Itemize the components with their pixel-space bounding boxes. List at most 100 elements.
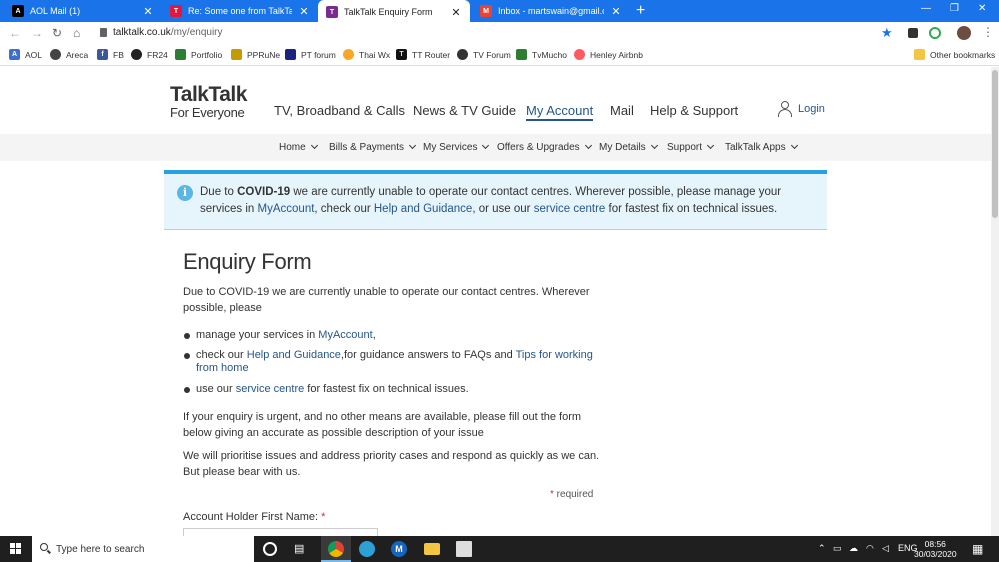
tab-aol-mail[interactable]: A AOL Mail (1) ✕ [4,0,162,22]
pt-forum-icon [285,49,296,60]
restore-icon[interactable]: ❐ [950,3,959,14]
list-item: check our Help and Guidance,for guidance… [183,349,603,375]
browser-tab-strip: A AOL Mail (1) ✕ T Re: Some one from Tal… [0,0,999,24]
help-guidance-link[interactable]: Help and Guidance [374,203,472,215]
bookmark-fr24[interactable]: FR24 [131,49,168,60]
file-explorer-icon[interactable] [424,543,440,555]
close-icon[interactable]: ✕ [298,5,310,18]
first-name-input[interactable] [183,528,378,536]
mail-app-icon[interactable]: M [391,541,407,557]
notifications-icon[interactable]: ▦ [972,542,983,556]
scrollbar-thumb[interactable] [992,70,998,218]
myaccount-link[interactable]: MyAccount [258,203,315,215]
close-icon[interactable]: ✕ [450,6,462,19]
other-bookmarks[interactable]: Other bookmarks [914,49,995,60]
help-guidance-link[interactable]: Help and Guidance [247,349,341,361]
subnav-talktalk-apps[interactable]: TalkTalk Apps [725,141,798,153]
bookmark-star-icon[interactable]: ★ [881,25,893,41]
subnav-bills-payments[interactable]: Bills & Payments [329,141,417,153]
task-view-icon[interactable]: ▤ [294,542,310,558]
volume-icon[interactable]: ◁ [882,543,889,554]
close-icon[interactable]: ✕ [142,5,154,18]
bookmark-pprune[interactable]: PPRuNe [231,49,280,60]
taskbar-search-box[interactable]: Type here to search [32,536,254,562]
tt-router-icon: T [396,49,407,60]
nav-news-tv-guide[interactable]: News & TV Guide [413,103,516,118]
page-title: Enquiry Form [183,249,312,274]
new-tab-plus-icon[interactable]: + [636,2,645,20]
cortana-icon[interactable] [263,542,277,556]
subnav-label: Offers & Upgrades [497,142,580,153]
subnav-support[interactable]: Support [667,141,715,153]
bookmark-tv-forum[interactable]: TV Forum [457,49,511,60]
address-bar[interactable]: talktalk.co.uk/my/enquiry [113,27,223,38]
nav-my-account[interactable]: My Account [526,103,594,121]
nav-help-support[interactable]: Help & Support [650,103,738,118]
subnav-my-services[interactable]: My Services [423,141,490,153]
tab-gmail-inbox[interactable]: M Inbox - martswain@gmail.com - ✕ [472,0,630,22]
tv-forum-icon [457,49,468,60]
profile-avatar-icon[interactable] [957,26,971,40]
wifi-icon[interactable]: ◠ [866,543,874,554]
alert-text-part: , check our [314,202,374,215]
windows-start-icon[interactable] [10,543,22,555]
subnav-home[interactable]: Home [279,141,318,153]
calculator-icon[interactable] [456,541,472,557]
close-icon[interactable]: ✕ [610,5,622,18]
bookmark-label: Areca [66,49,89,60]
intro-text: Due to COVID-19 we are currently unable … [183,286,590,314]
nav-tv-broadband-calls[interactable]: TV, Broadband & Calls [274,103,405,118]
lock-icon[interactable] [100,28,107,37]
tvmucho-icon [516,49,527,60]
forward-arrow-icon[interactable]: → [31,26,43,40]
home-icon[interactable]: ⌂ [73,26,80,40]
extension-icon[interactable] [929,27,941,39]
bookmark-portfolio[interactable]: Portfolio [175,49,222,60]
login-link[interactable]: Login [778,101,825,117]
window-close-icon[interactable]: ✕ [978,3,986,14]
required-note: * required [550,489,593,500]
talktalk-logo[interactable]: TalkTalk For Everyone [170,84,247,119]
menu-kebab-icon[interactable]: ⋮ [982,25,994,39]
alert-text-part: Due to [200,186,238,198]
subnav-offers-upgrades[interactable]: Offers & Upgrades [497,141,592,153]
bookmark-label: Portfolio [191,49,223,60]
reload-icon[interactable]: ↻ [52,26,62,40]
bookmark-tt-router[interactable]: T TT Router [396,49,450,60]
extension-icon[interactable] [908,28,918,38]
taskbar-clock[interactable]: 08:56 30/03/2020 [914,539,957,559]
subnav-label: Support [667,142,703,153]
back-arrow-icon[interactable]: ← [9,26,21,40]
minimize-icon[interactable]: — [921,3,931,14]
bookmark-aol[interactable]: A AOL [9,49,42,60]
priority-text: We will prioritise issues and address pr… [183,450,600,478]
alert-text: Due to COVID-19 we are currently unable … [200,184,815,217]
bookmark-tvmucho[interactable]: TvMucho [516,49,567,60]
bookmark-henley-airbnb[interactable]: Henley Airbnb [574,49,643,60]
bookmark-pt-forum[interactable]: PT forum [285,49,336,60]
bookmark-thai-wx[interactable]: Thai Wx [343,49,390,60]
list-item: manage your services in MyAccount, [183,329,603,342]
subnav-my-details[interactable]: My Details [599,141,658,153]
bookmark-fb[interactable]: f FB [97,49,124,60]
tab-title: TalkTalk Enquiry Form [344,7,433,17]
chrome-icon[interactable] [328,541,344,557]
subnav-label: Bills & Payments [329,142,405,153]
nav-mail[interactable]: Mail [610,103,634,118]
onedrive-icon[interactable]: ☁ [849,543,858,554]
bullet-icon [184,333,190,339]
myaccount-link[interactable]: MyAccount [318,329,372,341]
tray-chevron-up-icon[interactable]: ⌃ [818,543,826,554]
bookmark-areca[interactable]: Areca [50,49,88,60]
service-centre-link[interactable]: service centre [534,203,606,215]
url-path: /my/enquiry [170,27,223,38]
edge-icon[interactable] [359,541,375,557]
alert-text-part: , or use our [472,202,534,215]
tab-talktalk-reply[interactable]: T Re: Some one from TalkTalk need ✕ [162,0,318,22]
service-centre-link[interactable]: service centre [236,383,304,395]
covid-alert-banner: i Due to COVID-19 we are currently unabl… [164,170,827,230]
bullet-text: ,for guidance answers to FAQs and [340,349,516,361]
chevron-down-icon [408,141,417,150]
battery-icon[interactable]: ▭ [833,543,842,554]
tab-talktalk-enquiry[interactable]: T TalkTalk Enquiry Form ✕ [318,0,470,24]
